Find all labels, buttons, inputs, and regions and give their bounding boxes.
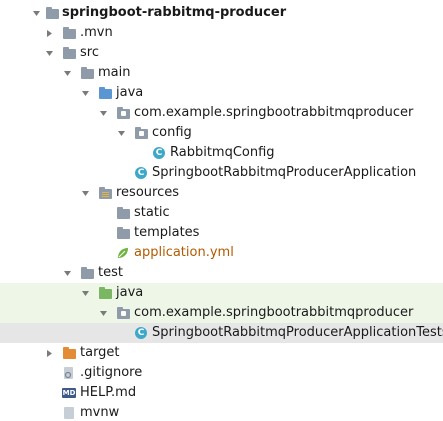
tree-label-gitignore: .gitignore [80,365,143,380]
excluded-folder-icon [62,346,76,360]
chevron-down-icon[interactable] [61,263,73,283]
tree-row-package-main[interactable]: com.example.springbootrabbitmqproducer [0,103,443,123]
tree-label-root: springboot-rabbitmq-producer [62,5,287,20]
tree-row-test-java[interactable]: java [0,283,443,303]
file-icon [62,406,76,420]
tree-label-target: target [80,345,120,360]
chevron-down-icon[interactable] [79,283,91,303]
markdown-file-icon: MD [62,388,76,398]
tree-label-mvn: .mvn [80,25,113,40]
tree-label-test: test [98,265,123,280]
folder-icon [116,206,130,220]
test-source-folder-icon [98,286,112,300]
folder-icon [80,266,94,280]
chevron-down-icon[interactable] [97,303,109,323]
folder-icon [116,226,130,240]
tree-label-application-yml: application.yml [134,245,234,260]
chevron-down-icon[interactable] [43,43,55,63]
tree-row-rabbitmq-config[interactable]: C RabbitmqConfig [0,143,443,163]
tree-row-resources[interactable]: resources [0,183,443,203]
spring-leaf-icon [116,246,130,260]
package-icon [116,306,130,320]
tree-row-package-test[interactable]: com.example.springbootrabbitmqproducer [0,303,443,323]
tree-row-test[interactable]: test [0,263,443,283]
tree-label-rabbitmq-config: RabbitmqConfig [170,145,275,160]
gitignore-file-icon [62,366,76,380]
tree-label-resources: resources [116,185,180,200]
tree-label-test-java: java [116,285,144,300]
chevron-right-icon[interactable] [43,343,55,363]
chevron-down-icon[interactable] [79,83,91,103]
tree-label-application-class: SpringbootRabbitmqProducerApplication [152,165,417,180]
tree-row-static[interactable]: static [0,203,443,223]
source-folder-icon [98,86,112,100]
tree-row-java[interactable]: java [0,83,443,103]
spring-boot-class-icon: C [134,166,148,180]
tree-label-src: src [80,45,99,60]
chevron-down-icon[interactable] [97,103,109,123]
tree-row-main[interactable]: main [0,63,443,83]
class-icon: C [134,326,148,340]
tree-label-help-md: HELP.md [80,385,137,400]
tree-row-config[interactable]: config [0,123,443,143]
module-folder-icon [45,6,59,20]
chevron-down-icon[interactable] [115,123,127,143]
tree-row-mvn[interactable]: .mvn [0,23,443,43]
tree-row-src[interactable]: src [0,43,443,63]
chevron-down-icon[interactable] [30,3,42,23]
tree-label-static: static [134,205,170,220]
package-icon [116,106,130,120]
tree-label-package-main: com.example.springbootrabbitmqproducer [134,105,414,120]
folder-icon [62,26,76,40]
chevron-down-icon[interactable] [79,183,91,203]
tree-label-main: main [98,65,131,80]
tree-row-application-yml[interactable]: application.yml [0,243,443,263]
tree-label-java: java [116,85,144,100]
folder-icon [62,46,76,60]
chevron-right-icon[interactable] [43,23,55,43]
tree-row-gitignore[interactable]: .gitignore [0,363,443,383]
folder-icon [80,66,94,80]
tree-label-test-class: SpringbootRabbitmqProducerApplicationTes… [152,325,443,340]
tree-row-help-md[interactable]: MD HELP.md [0,383,443,403]
tree-label-mvnw: mvnw [80,405,120,420]
resources-folder-icon [98,186,112,200]
tree-label-config: config [152,125,192,140]
class-icon: C [152,146,166,160]
tree-label-templates: templates [134,225,200,240]
tree-row-test-class[interactable]: C SpringbootRabbitmqProducerApplicationT… [0,323,443,343]
package-icon [134,126,148,140]
chevron-down-icon[interactable] [61,63,73,83]
tree-row-application-class[interactable]: C SpringbootRabbitmqProducerApplication [0,163,443,183]
project-tree: springboot-rabbitmq-producer .mvn src ma… [0,0,443,421]
tree-row-root[interactable]: springboot-rabbitmq-producer [0,3,443,23]
tree-row-mvnw[interactable]: mvnw [0,403,443,421]
tree-label-package-test: com.example.springbootrabbitmqproducer [134,305,414,320]
tree-row-target[interactable]: target [0,343,443,363]
tree-row-templates[interactable]: templates [0,223,443,243]
